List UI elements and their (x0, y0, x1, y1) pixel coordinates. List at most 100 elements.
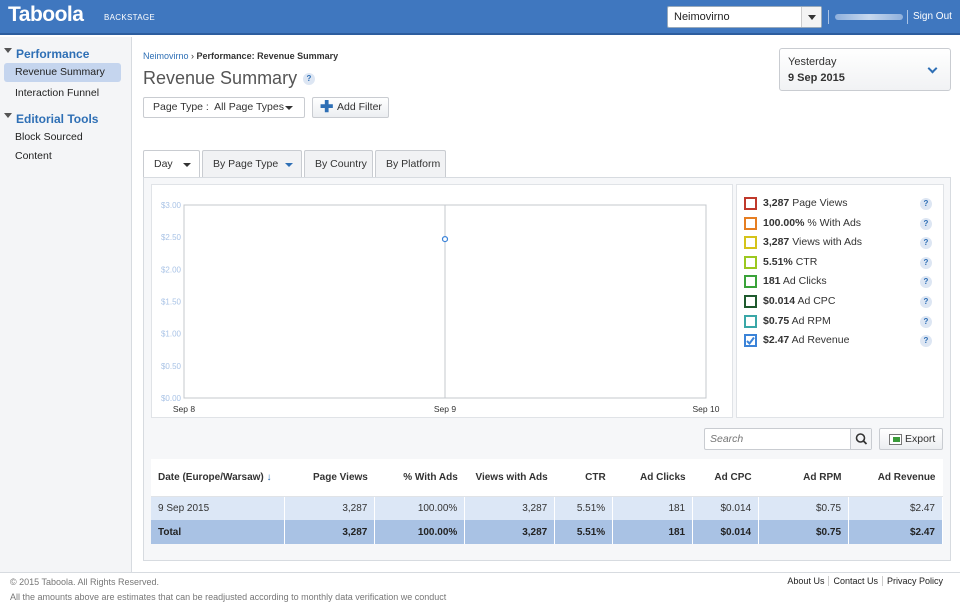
column-header-label: Date (Europe/Warsaw) (158, 471, 264, 483)
account-select[interactable]: Neimovirno (667, 6, 822, 28)
sidebar-item-interaction-funnel[interactable]: Interaction Funnel (4, 84, 121, 103)
tab-by-page-type[interactable]: By Page Type (202, 150, 302, 178)
table-cell: 5.51% (554, 520, 614, 544)
tab-by-platform[interactable]: By Platform (375, 150, 446, 178)
table-total-row: Total 3,287 100.00% 3,287 5.51% 181 $0.0… (151, 520, 943, 544)
date-range-value: 9 Sep 2015 (788, 72, 845, 84)
search-input[interactable] (705, 429, 851, 449)
table-cell: 181 (612, 496, 694, 520)
legend-value: $0.014 (763, 295, 796, 307)
sidebar: Performance Revenue Summary Interaction … (0, 37, 132, 573)
page-title: Revenue Summary (143, 68, 298, 88)
checkbox-icon[interactable] (744, 295, 757, 308)
triangle-down-icon (4, 48, 12, 57)
column-header-ad-revenue[interactable]: Ad Revenue (848, 459, 943, 497)
x-tick-label: Sep 9 (434, 404, 456, 414)
user-name-redacted[interactable] (835, 14, 903, 20)
table-cell: $0.75 (758, 520, 850, 544)
help-icon[interactable]: ? (920, 217, 932, 230)
divider (828, 10, 829, 24)
tab-by-country[interactable]: By Country (304, 150, 373, 178)
help-icon[interactable]: ? (920, 296, 932, 308)
tab-label: By Country (315, 158, 367, 170)
checkbox-checked-icon[interactable] (744, 334, 757, 348)
table-cell: 100.00% (374, 520, 466, 544)
sidebar-item-revenue-summary[interactable]: Revenue Summary (4, 63, 121, 82)
help-icon[interactable]: ? (920, 256, 932, 269)
column-header-views-with-ads[interactable]: Views with Ads (464, 459, 555, 497)
checkbox-icon[interactable] (744, 197, 757, 210)
y-tick-label: $2.00 (161, 265, 182, 274)
page-type-filter[interactable]: Page Type : All Page Types (143, 97, 305, 118)
help-icon[interactable]: ? (920, 315, 932, 328)
legend-label: 5.51% CTR (763, 256, 817, 269)
legend-label: 3,287 Views with Ads (763, 236, 862, 249)
add-filter-button[interactable]: ✚ Add Filter (312, 97, 389, 118)
column-header-page-views[interactable]: Page Views (284, 459, 375, 497)
table-cell: 9 Sep 2015 (151, 496, 286, 520)
sidebar-item-block-sourced-content[interactable]: Block Sourced Content (4, 128, 121, 162)
column-header-ad-cpc[interactable]: Ad CPC (692, 459, 759, 497)
legend-metric: CTR (795, 255, 818, 268)
table-row: 9 Sep 2015 3,287 100.00% 3,287 5.51% 181… (151, 496, 943, 520)
legend-label: $0.75 Ad RPM (763, 315, 831, 328)
y-tick-label: $3.00 (161, 201, 182, 210)
help-icon[interactable]: ? (920, 198, 932, 210)
table-cell: $0.014 (692, 520, 760, 544)
about-us-link[interactable]: About Us (783, 576, 828, 586)
taboola-logo[interactable]: Taboola (8, 3, 84, 27)
help-icon[interactable]: ? (303, 73, 315, 85)
export-label: Export (905, 433, 936, 445)
table-cell: $0.014 (692, 496, 760, 520)
checkbox-icon[interactable] (744, 236, 757, 250)
table-cell: $2.47 (848, 496, 943, 520)
tab-day[interactable]: Day (143, 150, 200, 179)
breadcrumb-separator: › (191, 51, 195, 61)
column-header-ad-clicks[interactable]: Ad Clicks (612, 459, 693, 497)
legend-label: 3,287 Page Views (763, 197, 847, 210)
table-cell: 3,287 (284, 496, 376, 520)
checkbox-icon[interactable] (744, 216, 757, 230)
checkbox-icon[interactable] (744, 275, 757, 289)
breadcrumb: Neimovirno › Performance: Revenue Summar… (143, 51, 338, 61)
column-header-date[interactable]: Date (Europe/Warsaw) ↓ (151, 459, 285, 497)
table-cell: 100.00% (374, 496, 466, 520)
legend-metric: % With Ads (807, 216, 862, 229)
column-header-ad-rpm[interactable]: Ad RPM (758, 459, 849, 497)
column-header-ctr[interactable]: CTR (554, 459, 613, 497)
estimates-note: All the amounts above are estimates that… (10, 592, 447, 602)
page-type-value: All Page Types (214, 101, 284, 113)
breadcrumb-root-link[interactable]: Neimovirno (143, 51, 189, 61)
column-header-with-ads[interactable]: % With Ads (374, 459, 465, 497)
legend-metric: Page Views (792, 197, 848, 209)
checkbox-icon[interactable] (744, 314, 757, 328)
account-select-value: Neimovirno (674, 11, 730, 23)
contact-us-link[interactable]: Contact Us (828, 576, 882, 586)
nav-section-performance[interactable]: Performance (4, 47, 89, 61)
table-cell: $0.75 (758, 496, 850, 520)
checkbox-icon[interactable] (744, 255, 757, 269)
caret-down-icon (183, 163, 191, 171)
divider (907, 10, 908, 24)
search-icon (855, 433, 868, 445)
revenue-line-chart: $0.00 $0.50 $1.00 $1.50 $2.00 $2.50 $3.00 Sep 8… (161, 201, 720, 414)
app: Taboola BACKSTAGE Neimovirno Sign Out Pe… (0, 0, 960, 603)
chevron-down-icon[interactable] (801, 7, 821, 27)
legend-value: 181 (763, 275, 781, 288)
legend-metric: Ad CPC (797, 295, 836, 307)
sign-out-link[interactable]: Sign Out (913, 11, 952, 22)
data-point (441, 235, 449, 243)
plus-icon: ✚ (320, 99, 334, 116)
breadcrumb-current: Performance: Revenue Summary (196, 51, 339, 61)
date-range-label: Yesterday (788, 56, 837, 68)
nav-section-editorial-tools[interactable]: Editorial Tools (4, 112, 98, 126)
table-cell: $2.47 (848, 520, 943, 544)
date-range-picker[interactable]: Yesterday 9 Sep 2015 (779, 48, 951, 91)
export-button[interactable]: Export (879, 428, 943, 450)
search-button[interactable] (850, 429, 871, 449)
legend-label: $0.014 Ad CPC (763, 295, 835, 308)
privacy-policy-link[interactable]: Privacy Policy (881, 576, 947, 586)
legend-label: 100.00% % With Ads (763, 217, 861, 230)
add-filter-label: Add Filter (337, 101, 382, 113)
legend-value: $2.47 (763, 334, 790, 347)
